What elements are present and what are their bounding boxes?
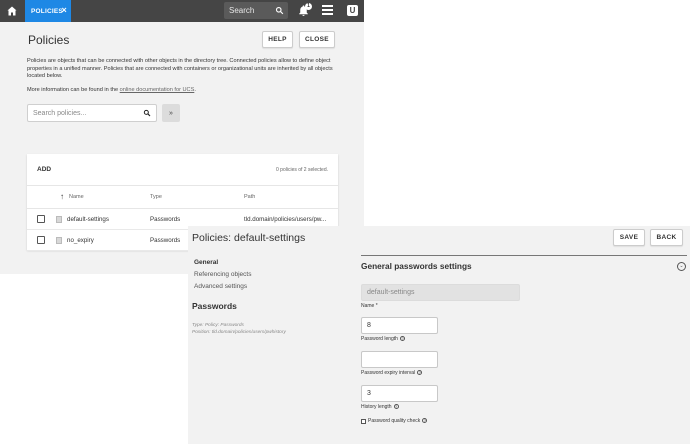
search-policies-input[interactable]: Search policies... bbox=[27, 104, 157, 122]
password-expiry-label: Password expiry interval bbox=[361, 370, 416, 376]
notification-badge: 1 bbox=[305, 3, 312, 10]
more-info-text: More information can be found in the onl… bbox=[27, 87, 196, 93]
history-length-label: History length bbox=[361, 404, 392, 410]
page-description: Policies are objects that can be connect… bbox=[27, 58, 333, 80]
object-type-title: Passwords bbox=[192, 301, 237, 311]
save-button[interactable]: SAVE bbox=[613, 229, 645, 246]
policy-icon bbox=[56, 237, 62, 244]
home-button[interactable] bbox=[0, 0, 23, 22]
column-header-name[interactable]: Name bbox=[69, 194, 84, 200]
global-search-placeholder: Search bbox=[229, 6, 255, 15]
name-label: Name * bbox=[361, 303, 378, 309]
help-button[interactable]: HELP bbox=[262, 31, 293, 48]
row-name[interactable]: no_expiry bbox=[67, 237, 94, 244]
search-icon bbox=[275, 6, 284, 15]
row-type: Passwords bbox=[150, 237, 181, 244]
nav-referencing-objects[interactable]: Referencing objects bbox=[194, 271, 251, 278]
tab-label: POLICIES bbox=[31, 7, 63, 15]
collapse-icon[interactable]: ⌄ bbox=[677, 262, 686, 271]
more-info-suffix: . bbox=[194, 87, 196, 93]
row-type: Passwords bbox=[150, 216, 181, 223]
password-expiry-label-row: Password expiry interval? bbox=[361, 370, 423, 376]
section-title[interactable]: General passwords settings bbox=[361, 261, 472, 271]
more-info-prefix: More information can be found in the bbox=[27, 87, 120, 93]
global-search-input[interactable]: Search bbox=[224, 2, 288, 19]
back-button[interactable]: BACK bbox=[650, 229, 683, 246]
name-field: default-settings bbox=[361, 284, 520, 301]
selection-count: 0 policies of 2 selected. bbox=[276, 167, 328, 173]
home-icon bbox=[7, 6, 16, 16]
grid-header: ↑ Name Type Path bbox=[27, 185, 338, 209]
password-quality-label-row: Password quality check? bbox=[368, 418, 428, 424]
password-expiry-field[interactable] bbox=[361, 351, 438, 368]
policy-edit-window: Policies: default-settings SAVE BACK Gen… bbox=[188, 226, 690, 444]
password-quality-label: Password quality check bbox=[368, 418, 421, 424]
menu-icon[interactable] bbox=[322, 5, 333, 15]
search-icon[interactable] bbox=[143, 109, 151, 117]
help-icon[interactable]: ? bbox=[399, 336, 405, 342]
add-button[interactable]: ADD bbox=[37, 166, 51, 173]
object-type-meta: Type: Policy: Passwords bbox=[192, 323, 244, 328]
sort-ascending-icon[interactable]: ↑ bbox=[60, 192, 64, 201]
row-path: tld.domain/policies/users/pw... bbox=[244, 216, 327, 223]
policy-title: Policies: default-settings bbox=[192, 232, 306, 244]
password-length-field[interactable]: 8 bbox=[361, 317, 438, 334]
row-name[interactable]: default-settings bbox=[67, 216, 109, 223]
nav-advanced-settings[interactable]: Advanced settings bbox=[194, 283, 247, 290]
nav-general[interactable]: General bbox=[194, 259, 218, 266]
top-bar: POLICIES × Search 1 U bbox=[0, 0, 364, 22]
expand-search-button[interactable]: » bbox=[162, 104, 180, 122]
close-icon[interactable]: × bbox=[62, 6, 67, 15]
univention-logo-icon[interactable]: U bbox=[347, 5, 358, 16]
history-length-field[interactable]: 3 bbox=[361, 385, 438, 402]
tab-policies[interactable]: POLICIES × bbox=[25, 0, 71, 22]
documentation-link[interactable]: online documentation for UCS bbox=[120, 87, 195, 93]
password-quality-checkbox[interactable] bbox=[361, 419, 366, 424]
close-button[interactable]: CLOSE bbox=[299, 31, 335, 48]
row-checkbox[interactable] bbox=[37, 215, 45, 223]
row-checkbox[interactable] bbox=[37, 236, 45, 244]
help-icon[interactable]: ? bbox=[422, 418, 428, 424]
password-length-label: Password length bbox=[361, 336, 398, 342]
help-icon[interactable]: ? bbox=[393, 404, 399, 410]
section-divider bbox=[361, 255, 687, 256]
object-position-meta: Position: tld.domain/policies/users/pwhi… bbox=[192, 330, 286, 335]
history-length-label-row: History length? bbox=[361, 404, 399, 410]
column-header-path[interactable]: Path bbox=[244, 194, 255, 200]
policy-icon bbox=[56, 216, 62, 223]
password-length-label-row: Password length? bbox=[361, 336, 405, 342]
page-title: Policies bbox=[28, 33, 70, 47]
help-icon[interactable]: ? bbox=[417, 370, 423, 376]
search-policies-placeholder: Search policies... bbox=[33, 109, 87, 117]
column-header-type[interactable]: Type bbox=[150, 194, 162, 200]
notifications-button[interactable]: 1 bbox=[297, 3, 313, 19]
